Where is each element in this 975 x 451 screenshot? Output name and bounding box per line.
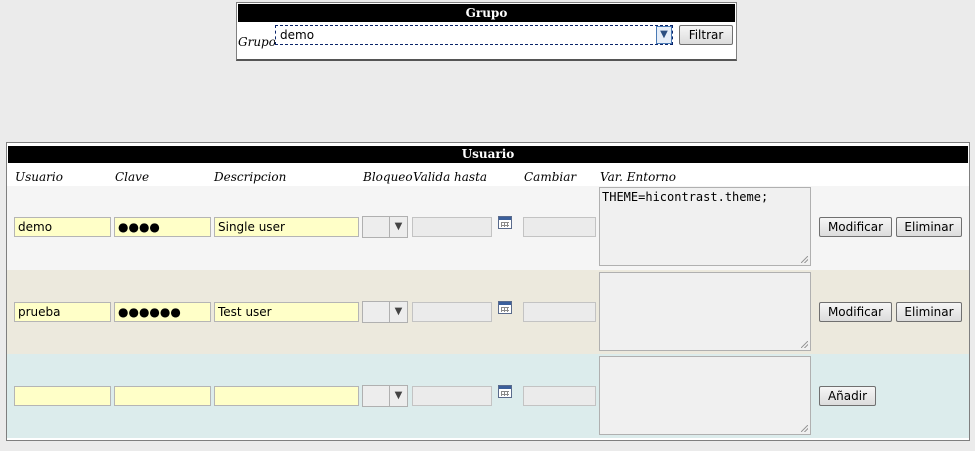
- filtrar-button[interactable]: Filtrar: [679, 25, 733, 45]
- new-var-entorno-textarea[interactable]: [599, 356, 811, 435]
- col-var-entorno: Var. Entorno: [600, 170, 676, 184]
- anadir-button[interactable]: Añadir: [819, 386, 876, 406]
- usuario-header: Usuario: [8, 146, 968, 163]
- new-cambiar-input[interactable]: [523, 386, 596, 406]
- usuario-panel: Usuario Usuario Clave Descripcion Bloque…: [6, 142, 970, 441]
- var-entorno-textarea[interactable]: [599, 272, 811, 351]
- resize-grip-icon[interactable]: [801, 256, 808, 263]
- cambiar-input[interactable]: [523, 302, 596, 322]
- calendar-icon[interactable]: [498, 385, 512, 398]
- chevron-down-icon: ▼: [389, 386, 407, 406]
- cambiar-input[interactable]: [523, 217, 596, 237]
- table-row: demo ●●●● Single user ▼ THEME=hicontrast…: [7, 186, 969, 270]
- new-clave-input[interactable]: [114, 386, 211, 406]
- grupo-label: Grupo: [238, 35, 276, 49]
- modificar-button[interactable]: Modificar: [819, 302, 892, 322]
- bloqueo-select[interactable]: ▼: [362, 216, 408, 238]
- descripcion-input[interactable]: Single user: [214, 217, 359, 237]
- var-entorno-textarea[interactable]: THEME=hicontrast.theme;: [599, 187, 811, 266]
- eliminar-button[interactable]: Eliminar: [896, 217, 962, 237]
- usuario-input[interactable]: demo: [14, 217, 111, 237]
- col-descripcion: Descripcion: [214, 170, 287, 184]
- bloqueo-select[interactable]: ▼: [362, 301, 408, 323]
- grupo-select-value: demo: [280, 28, 315, 42]
- modificar-button[interactable]: Modificar: [819, 217, 892, 237]
- chevron-down-icon: ▼: [389, 302, 407, 322]
- eliminar-button[interactable]: Eliminar: [896, 302, 962, 322]
- new-valida-hasta-input[interactable]: [412, 386, 492, 406]
- col-bloqueo: Bloqueo: [363, 170, 413, 184]
- new-descripcion-input[interactable]: [214, 386, 359, 406]
- grupo-select[interactable]: demo ▼: [275, 25, 673, 45]
- resize-grip-icon[interactable]: [801, 425, 808, 432]
- calendar-icon[interactable]: [498, 216, 512, 229]
- grupo-header: Grupo: [238, 4, 735, 22]
- descripcion-input[interactable]: Test user: [214, 302, 359, 322]
- table-row: prueba ●●●●●● Test user ▼ Modificar Elim…: [7, 270, 969, 354]
- calendar-icon[interactable]: [498, 301, 512, 314]
- valida-hasta-input[interactable]: [412, 302, 492, 322]
- usuario-input[interactable]: prueba: [14, 302, 111, 322]
- valida-hasta-input[interactable]: [412, 217, 492, 237]
- clave-input[interactable]: ●●●●: [114, 217, 211, 237]
- resize-grip-icon[interactable]: [801, 341, 808, 348]
- new-usuario-input[interactable]: [14, 386, 111, 406]
- col-usuario: Usuario: [15, 170, 63, 184]
- clave-input[interactable]: ●●●●●●: [114, 302, 211, 322]
- grupo-panel: Grupo Grupo demo ▼ Filtrar: [236, 2, 737, 61]
- new-bloqueo-select[interactable]: ▼: [362, 385, 408, 407]
- var-entorno-text: THEME=hicontrast.theme;: [602, 190, 769, 204]
- col-clave: Clave: [115, 170, 150, 184]
- col-valida-hasta: Valida hasta: [413, 170, 488, 184]
- chevron-down-icon[interactable]: ▼: [656, 26, 672, 44]
- chevron-down-icon: ▼: [389, 217, 407, 237]
- new-user-row: ▼ Añadir: [7, 354, 969, 438]
- col-cambiar: Cambiar: [524, 170, 577, 184]
